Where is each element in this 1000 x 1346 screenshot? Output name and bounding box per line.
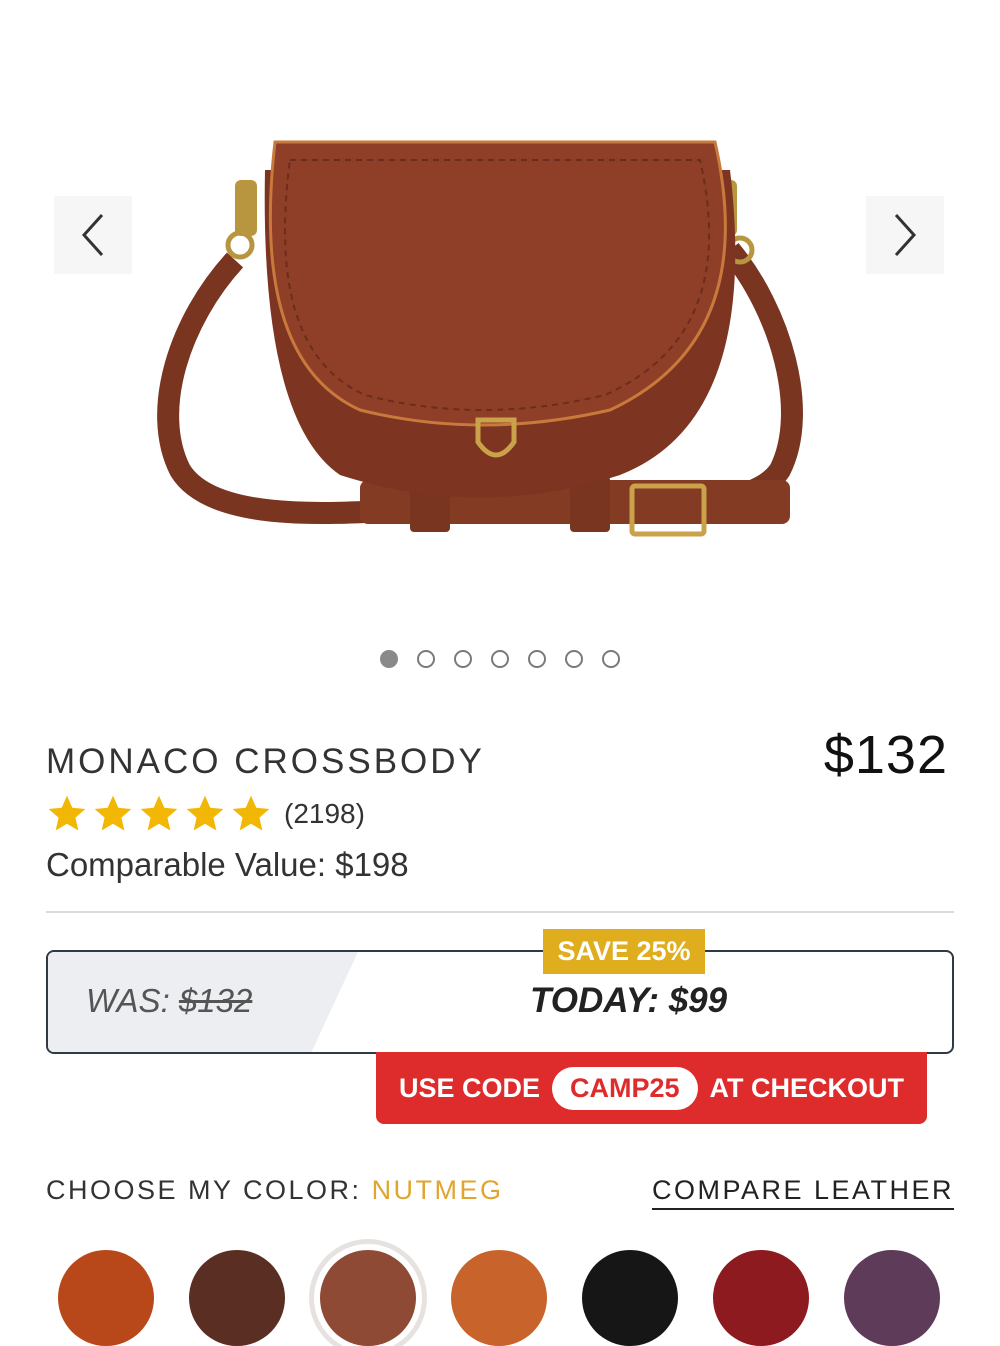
- product-price: $132: [823, 725, 948, 785]
- was-label: WAS:: [86, 982, 170, 1019]
- selected-color-name: NUTMEG: [371, 1175, 504, 1205]
- gallery-dot[interactable]: [380, 650, 398, 668]
- color-swatch[interactable]: [189, 1250, 285, 1346]
- divider: [46, 911, 954, 913]
- promo-box: WAS: $132 TODAY: $99: [46, 950, 954, 1054]
- gallery-dot[interactable]: [454, 650, 472, 668]
- code-suffix: AT CHECKOUT: [709, 1072, 905, 1103]
- color-chooser-label: CHOOSE MY COLOR: NUTMEG: [46, 1175, 504, 1206]
- product-gallery: [0, 0, 1000, 700]
- today-price: TODAY: $99: [530, 981, 728, 1020]
- chevron-left-icon: [81, 213, 104, 257]
- star-icon: [94, 795, 132, 831]
- gallery-dot[interactable]: [565, 650, 583, 668]
- promo-code-banner: USE CODE CAMP25 AT CHECKOUT: [376, 1052, 927, 1124]
- gallery-dot[interactable]: [417, 650, 435, 668]
- color-label-text: CHOOSE MY COLOR:: [46, 1175, 372, 1205]
- was-amount: $132: [178, 982, 253, 1019]
- product-title: MONACO CROSSBODY: [46, 742, 485, 781]
- gallery-prev-button[interactable]: [54, 196, 132, 274]
- code-prefix: USE CODE: [398, 1072, 540, 1103]
- color-swatch[interactable]: [58, 1250, 154, 1346]
- star-icon: [186, 795, 224, 831]
- gallery-next-button[interactable]: [866, 196, 944, 274]
- save-badge: SAVE 25%: [543, 929, 705, 974]
- was-price: WAS: $132: [86, 982, 252, 1020]
- compare-leather-link[interactable]: COMPARE LEATHER: [651, 1175, 954, 1210]
- gallery-pagination: [0, 650, 1000, 668]
- promo-code[interactable]: CAMP25: [552, 1066, 698, 1110]
- gallery-dot[interactable]: [491, 650, 509, 668]
- color-swatches: [58, 1250, 958, 1346]
- chevron-right-icon: [894, 213, 917, 257]
- star-icon: [48, 795, 86, 831]
- product-rating[interactable]: (2198): [44, 792, 365, 836]
- gallery-dot[interactable]: [528, 650, 546, 668]
- gallery-dot[interactable]: [602, 650, 620, 668]
- product-image: [157, 140, 803, 537]
- star-icon: [232, 795, 270, 831]
- color-swatch[interactable]: [320, 1250, 416, 1346]
- color-swatch[interactable]: [582, 1250, 678, 1346]
- color-swatch[interactable]: [713, 1250, 809, 1346]
- color-swatch[interactable]: [844, 1250, 940, 1346]
- comparable-value: Comparable Value: $198: [46, 846, 409, 883]
- review-count: (2198): [284, 798, 365, 829]
- color-swatch[interactable]: [451, 1250, 547, 1346]
- star-icon: [140, 795, 178, 831]
